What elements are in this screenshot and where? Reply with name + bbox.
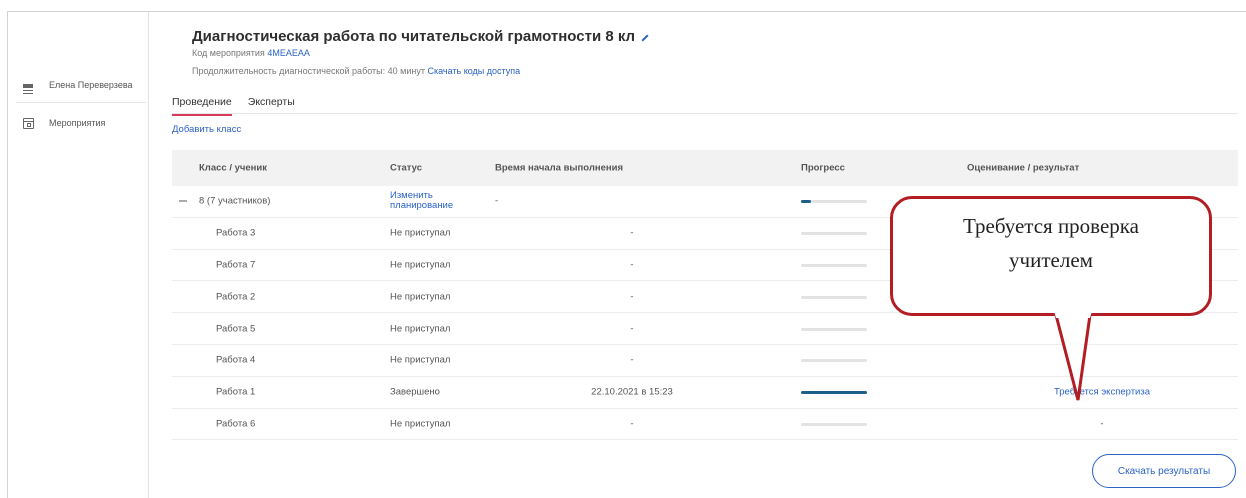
work-start-time: - (630, 354, 634, 366)
col-header-result[interactable]: Оценивание / результат (967, 163, 1079, 174)
user-name: Елена Переверзева (49, 80, 133, 90)
work-name[interactable]: Работа 5 (216, 323, 255, 334)
add-class-link[interactable]: Добавить класс (172, 124, 241, 135)
event-code-value[interactable]: 4MEAEAA (267, 48, 310, 58)
sidebar-user[interactable]: Елена Переверзева (21, 78, 133, 94)
work-status: Завершено (390, 386, 440, 398)
group-progress-bar (801, 200, 867, 204)
group-start-time: - (495, 195, 499, 207)
change-planning-link[interactable]: Изменить планирование (390, 191, 453, 211)
progress-bar (801, 422, 867, 426)
work-name[interactable]: Работа 3 (216, 228, 255, 239)
collapse-icon[interactable] (179, 200, 187, 202)
work-start-time: - (630, 418, 634, 430)
menu-icon[interactable] (21, 78, 35, 94)
annotation-callout: Требуется проверка учителем (890, 196, 1212, 316)
work-name[interactable]: Работа 6 (216, 418, 255, 429)
col-header-status[interactable]: Статус (390, 163, 422, 174)
work-name[interactable]: Работа 7 (216, 259, 255, 270)
sidebar-divider (16, 102, 146, 103)
progress-fill (801, 391, 867, 395)
table-row[interactable]: Работа 4 Не приступал - (172, 345, 1238, 377)
work-name[interactable]: Работа 2 (216, 291, 255, 302)
download-results-button[interactable]: Скачать результаты (1092, 454, 1236, 488)
work-result[interactable]: Требуется экспертиза (1002, 387, 1202, 398)
work-status: Не приступал (390, 418, 451, 430)
work-start-time: - (630, 259, 634, 271)
event-code: Код мероприятия 4MEAEAA (192, 48, 310, 58)
calendar-icon (21, 116, 35, 130)
table-header: Класс / ученик Статус Время начала выпол… (172, 150, 1238, 186)
tabs-divider (172, 113, 1238, 114)
work-name[interactable]: Работа 4 (216, 355, 255, 366)
col-header-start-time[interactable]: Время начала выполнения (495, 163, 623, 174)
page-title: Диагностическая работа по читательской г… (192, 28, 649, 45)
progress-bar (801, 295, 867, 299)
progress-bar (801, 391, 867, 395)
work-result: - (1100, 418, 1104, 430)
work-status: Не приступал (390, 227, 451, 239)
progress-fill (801, 200, 811, 204)
sidebar-item-label: Мероприятия (49, 118, 106, 128)
work-status: Не приступал (390, 354, 451, 366)
sidebar-item-events[interactable]: Мероприятия (21, 116, 105, 130)
work-status: Не приступал (390, 323, 451, 335)
duration-info: Продолжительность диагностической работы… (192, 66, 521, 76)
progress-bar (801, 327, 867, 331)
work-name[interactable]: Работа 1 (216, 387, 255, 398)
edit-pencil-icon[interactable] (641, 33, 649, 42)
table-row[interactable]: Работа 5 Не приступал - (172, 313, 1238, 345)
table-row[interactable]: Работа 6 Не приступал - - (172, 409, 1238, 441)
progress-bar (801, 263, 867, 267)
work-start-time: - (630, 291, 634, 303)
work-status: Не приступал (390, 291, 451, 303)
work-start-time: - (630, 323, 634, 335)
work-start-time: - (630, 227, 634, 239)
progress-bar (801, 359, 867, 363)
work-status: Не приступал (390, 259, 451, 271)
sidebar: Елена Переверзева Мероприятия (8, 12, 149, 498)
work-start-time: 22.10.2021 в 15:23 (591, 386, 673, 398)
progress-bar (801, 232, 867, 236)
download-codes-link[interactable]: Скачать коды доступа (427, 66, 520, 76)
col-header-progress[interactable]: Прогресс (801, 163, 845, 174)
group-label[interactable]: 8 (7 участников) (179, 196, 270, 207)
col-header-class[interactable]: Класс / ученик (199, 163, 267, 174)
table-row[interactable]: Работа 1 Завершено 22.10.2021 в 15:23 Требу… (172, 377, 1238, 409)
